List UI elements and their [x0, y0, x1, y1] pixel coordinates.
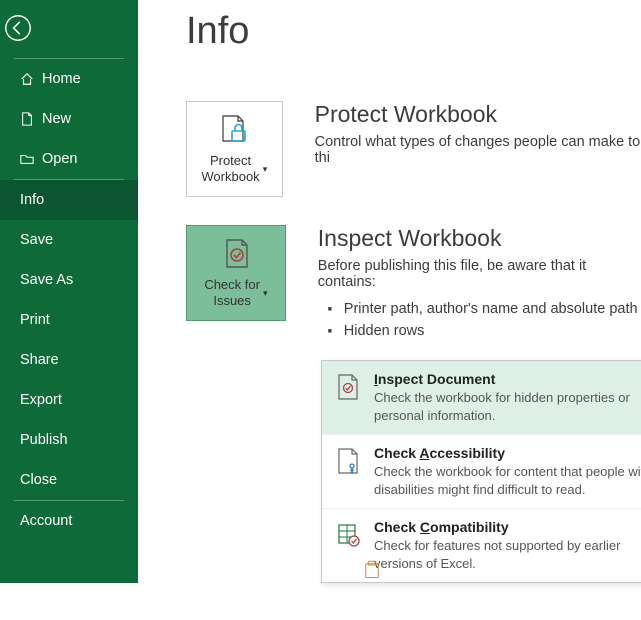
nav-close[interactable]: Close: [0, 460, 138, 500]
menu-item-desc: Check the workbook for content that peop…: [374, 463, 641, 498]
nav-new-label: New: [42, 111, 71, 127]
protect-section-text: Protect Workbook Control what types of c…: [315, 101, 641, 166]
menu-check-accessibility[interactable]: Check Accessibility Check the workbook f…: [322, 435, 641, 509]
backstage-sidebar: Home New Open Info Save Save As Print Sh…: [0, 0, 138, 583]
main-panel: Info ProtectWorkbook ▾ Protect Workbook …: [138, 0, 641, 583]
nav-home[interactable]: Home: [0, 59, 138, 99]
nav-save-label: Save: [20, 232, 53, 248]
chevron-down-icon: ▾: [263, 288, 268, 299]
nav-info[interactable]: Info: [0, 180, 138, 220]
nav-share[interactable]: Share: [0, 340, 138, 380]
nav-print[interactable]: Print: [0, 300, 138, 340]
back-arrow-icon: [4, 14, 32, 42]
menu-item-title: Check Accessibility: [374, 445, 641, 461]
protect-section: ProtectWorkbook ▾ Protect Workbook Contr…: [186, 101, 641, 197]
inspect-bullet: Printer path, author's name and absolute…: [318, 298, 641, 320]
nav-save[interactable]: Save: [0, 220, 138, 260]
inspect-title: Inspect Workbook: [318, 225, 641, 252]
nav-print-label: Print: [20, 312, 50, 328]
lock-document-icon: [217, 113, 251, 147]
nav-account[interactable]: Account: [0, 501, 138, 541]
open-folder-icon: [20, 152, 34, 166]
nav-publish[interactable]: Publish: [0, 420, 138, 460]
nav-new[interactable]: New: [0, 99, 138, 139]
nav-share-label: Share: [20, 352, 59, 368]
menu-item-title: Inspect Document: [374, 371, 641, 387]
check-for-issues-button[interactable]: Check forIssues ▾: [186, 225, 286, 321]
back-button[interactable]: [0, 10, 36, 46]
manage-section-partial: [321, 560, 423, 620]
compatibility-icon: [336, 521, 360, 549]
inspect-document-icon: [336, 373, 360, 401]
page-title: Info: [186, 10, 641, 53]
accessibility-icon: [336, 447, 360, 475]
nav-export-label: Export: [20, 392, 62, 408]
nav-save-as[interactable]: Save As: [0, 260, 138, 300]
protect-desc: Control what types of changes people can…: [315, 134, 641, 166]
menu-item-desc: Check the workbook for hidden properties…: [374, 389, 641, 424]
inspect-section: Check forIssues ▾ Inspect Workbook Befor…: [186, 225, 641, 342]
chevron-down-icon: ▾: [263, 164, 268, 175]
nav-export[interactable]: Export: [0, 380, 138, 420]
inspect-bullet: Hidden rows: [318, 320, 641, 342]
check-document-icon: [219, 237, 253, 271]
manage-workbook-icon: [356, 560, 388, 580]
nav-open-label: Open: [42, 151, 77, 167]
check-for-issues-menu: Inspect Document Check the workbook for …: [321, 360, 641, 583]
inspect-section-text: Inspect Workbook Before publishing this …: [318, 225, 641, 342]
nav-publish-label: Publish: [20, 432, 68, 448]
nav-save-as-label: Save As: [20, 272, 73, 288]
protect-workbook-button[interactable]: ProtectWorkbook ▾: [186, 101, 283, 197]
nav-close-label: Close: [20, 472, 57, 488]
inspect-bullets: Printer path, author's name and absolute…: [318, 298, 641, 342]
menu-item-title: Check Compatibility: [374, 519, 641, 535]
nav-info-label: Info: [20, 192, 44, 208]
menu-inspect-document[interactable]: Inspect Document Check the workbook for …: [322, 361, 641, 435]
nav-account-label: Account: [20, 513, 72, 529]
nav-home-label: Home: [42, 71, 81, 87]
home-icon: [20, 72, 34, 86]
nav-open[interactable]: Open: [0, 139, 138, 179]
protect-title: Protect Workbook: [315, 101, 641, 128]
manage-workbook-button[interactable]: [321, 560, 423, 620]
inspect-desc: Before publishing this file, be aware th…: [318, 258, 641, 290]
new-file-icon: [20, 112, 34, 126]
